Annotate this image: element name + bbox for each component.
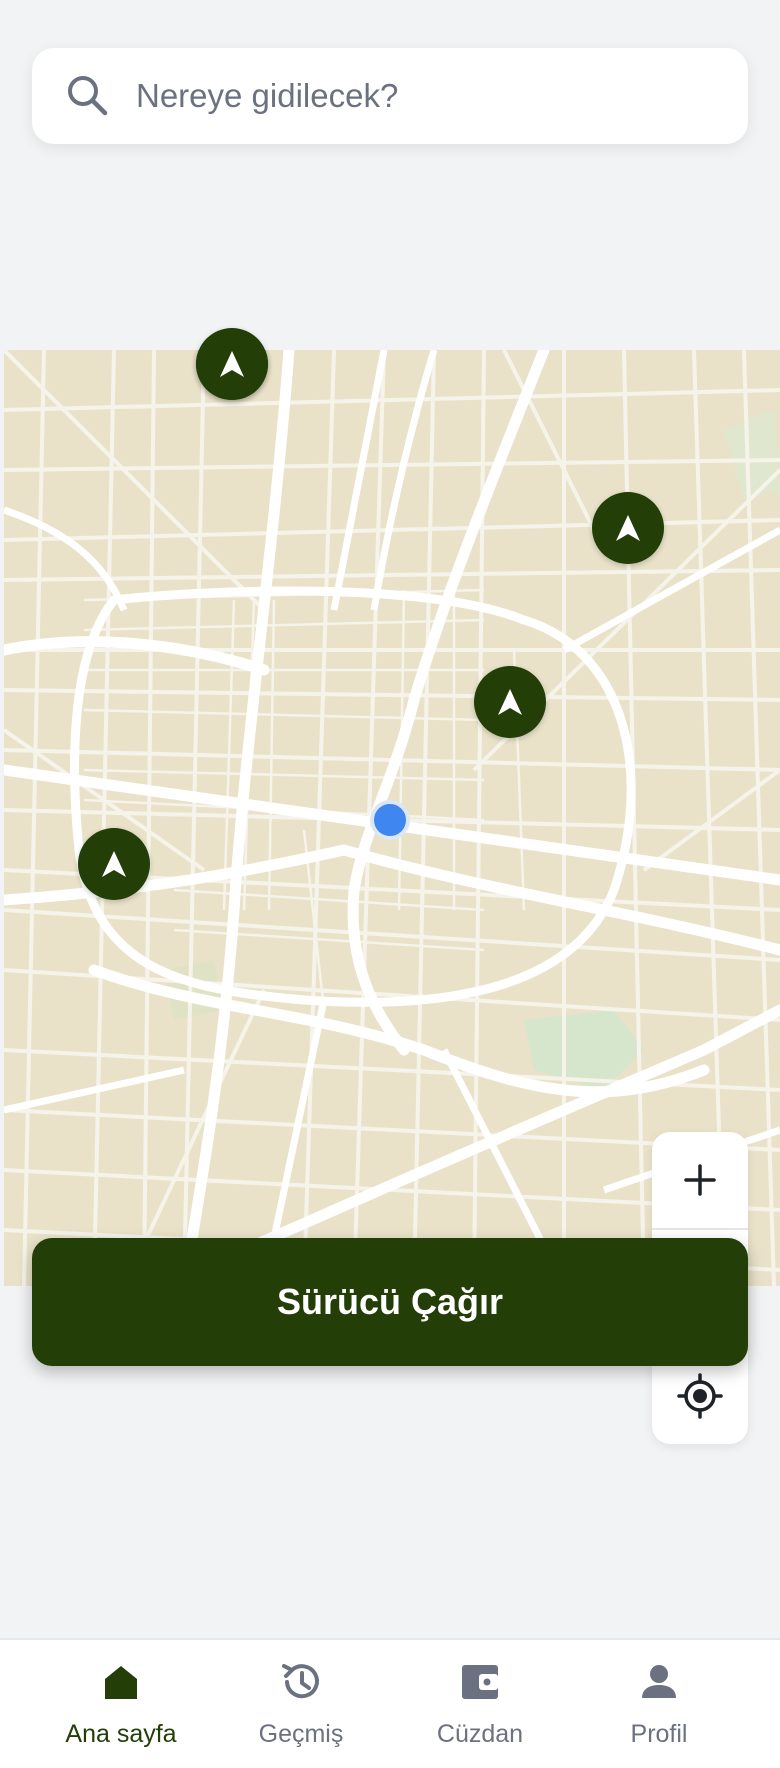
wallet-icon [462,1665,498,1699]
nav-item-wallet[interactable]: Cüzdan [390,1640,570,1768]
navigation-arrow-icon [102,851,126,877]
driver-marker[interactable] [78,828,150,900]
plus-icon [684,1164,716,1196]
driver-marker[interactable] [592,492,664,564]
nav-label: Ana sayfa [65,1720,177,1748]
navigation-arrow-icon [498,689,522,715]
driver-marker[interactable] [196,328,268,400]
home-icon [105,1666,137,1699]
nav-label: Geçmiş [258,1720,344,1748]
history-icon [282,1664,319,1699]
zoom-in-button[interactable] [652,1132,748,1228]
user-location-dot [370,800,410,840]
driver-marker[interactable] [474,666,546,738]
search-icon [68,76,108,116]
call-driver-button[interactable]: Sürücü Çağır [32,1238,748,1366]
nav-item-home[interactable]: Ana sayfa [31,1640,211,1768]
bottom-navigation: Ana sayfa Geçmiş Cüzdan Profil [0,1638,780,1768]
crosshair-icon [677,1373,723,1419]
search-input[interactable] [136,70,696,122]
navigation-arrow-icon [616,515,640,541]
navigation-arrow-icon [220,351,244,377]
nav-label: Profil [630,1720,688,1748]
nav-item-history[interactable]: Geçmiş [211,1640,391,1768]
nav-label: Cüzdan [436,1720,524,1748]
nav-item-profile[interactable]: Profil [569,1640,749,1768]
user-icon [642,1665,676,1698]
